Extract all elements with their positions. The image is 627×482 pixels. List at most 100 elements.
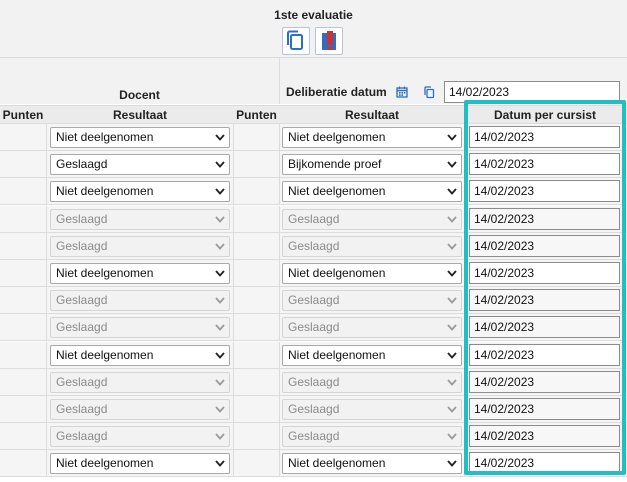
evaluation-title: 1ste evaluatie (274, 8, 353, 22)
chevron-down-icon (447, 215, 457, 223)
select-value: Geslaagd (56, 320, 108, 335)
chevron-down-icon (447, 188, 457, 196)
resultaat-select: Geslaagd (282, 208, 462, 230)
column-divider (279, 314, 280, 342)
column-divider (279, 287, 280, 315)
select-value: Geslaagd (56, 157, 108, 172)
column-divider (279, 396, 280, 423)
column-divider (279, 260, 280, 287)
select-value: Geslaagd (56, 211, 108, 226)
docent-result-select: Geslaagd (50, 426, 230, 448)
docent-result-select[interactable]: Niet deelgenomen (50, 127, 230, 148)
select-value: Geslaagd (56, 402, 108, 416)
select-value: Geslaagd (56, 293, 108, 308)
select-value: Bijkomende proef (288, 157, 382, 172)
chevron-down-icon (215, 270, 225, 277)
deliberatie-label: Deliberatie datum (286, 85, 387, 99)
chevron-down-icon (215, 161, 225, 169)
resultaat-select[interactable]: Niet deelgenomen (282, 127, 462, 148)
docent-result-select[interactable]: Niet deelgenomen (50, 344, 230, 366)
chevron-down-icon (215, 433, 225, 441)
column-divider (46, 205, 47, 233)
col-punten-1: Punten (0, 107, 46, 123)
select-value: Niet deelgenomen (56, 456, 154, 471)
header-separator (279, 57, 280, 104)
docent-result-select[interactable]: Niet deelgenomen (50, 453, 230, 475)
column-divider (46, 423, 47, 451)
resultaat-select: Geslaagd (282, 317, 462, 339)
select-value: Geslaagd (288, 211, 340, 226)
column-divider (46, 396, 47, 423)
chevron-down-icon (215, 324, 225, 332)
column-divider (233, 178, 234, 206)
resultaat-select[interactable]: Niet deelgenomen (282, 344, 462, 366)
resultaat-select[interactable]: Niet deelgenomen (282, 181, 462, 203)
column-divider (233, 124, 234, 151)
select-value: Niet deelgenomen (56, 184, 154, 199)
select-value: Geslaagd (288, 238, 340, 253)
column-divider (233, 396, 234, 423)
resultaat-select[interactable]: Niet deelgenomen (282, 263, 462, 284)
select-value: Niet deelgenomen (288, 456, 386, 471)
column-divider (279, 368, 280, 396)
select-value: Niet deelgenomen (288, 266, 386, 280)
header-divider (0, 57, 627, 58)
chevron-down-icon (447, 351, 457, 359)
resultaat-select[interactable]: Niet deelgenomen (282, 453, 462, 475)
select-value: Geslaagd (288, 320, 340, 335)
chevron-down-icon (215, 406, 225, 413)
select-value: Niet deelgenomen (288, 184, 386, 199)
col-resultaat-1: Resultaat (47, 107, 233, 123)
col-resultaat-2: Resultaat (280, 107, 464, 123)
chevron-down-icon (447, 406, 457, 413)
select-value: Niet deelgenomen (288, 130, 386, 144)
chevron-down-icon (215, 351, 225, 359)
select-value: Geslaagd (288, 293, 340, 308)
column-divider (279, 450, 280, 478)
copy-date-icon[interactable] (423, 86, 435, 99)
column-divider (279, 178, 280, 206)
column-divider (233, 205, 234, 233)
docent-result-select: Geslaagd (50, 208, 230, 230)
column-divider (233, 232, 234, 260)
select-value: Geslaagd (288, 402, 340, 416)
column-divider (233, 423, 234, 451)
resultaat-select[interactable]: Bijkomende proef (282, 154, 462, 176)
resultaat-select: Geslaagd (282, 426, 462, 448)
calendar-icon[interactable] (396, 86, 408, 98)
pdf-export-button[interactable] (315, 27, 343, 55)
copy-results-button[interactable] (282, 27, 310, 55)
select-value: Niet deelgenomen (56, 130, 154, 144)
column-divider (46, 287, 47, 315)
copy-icon (287, 30, 303, 50)
column-divider (233, 260, 234, 287)
column-divider (46, 368, 47, 396)
column-divider (46, 450, 47, 478)
resultaat-select: Geslaagd (282, 399, 462, 420)
column-divider (233, 151, 234, 179)
column-divider (233, 341, 234, 369)
docent-result-select[interactable]: Niet deelgenomen (50, 263, 230, 284)
docent-result-select[interactable]: Niet deelgenomen (50, 181, 230, 203)
chevron-down-icon (447, 134, 457, 141)
column-divider (279, 341, 280, 369)
chevron-down-icon (215, 297, 225, 305)
docent-result-select: Geslaagd (50, 235, 230, 257)
docent-result-select: Geslaagd (50, 399, 230, 420)
column-divider (46, 151, 47, 179)
chevron-down-icon (447, 243, 457, 250)
column-divider (233, 450, 234, 478)
column-divider (46, 260, 47, 287)
chevron-down-icon (447, 460, 457, 468)
pdf-export-icon (322, 31, 336, 50)
select-value: Geslaagd (56, 429, 108, 444)
resultaat-select: Geslaagd (282, 235, 462, 257)
chevron-down-icon (447, 379, 457, 386)
docent-result-select[interactable]: Geslaagd (50, 154, 230, 176)
select-value: Geslaagd (56, 374, 108, 389)
column-divider (233, 287, 234, 315)
select-value: Geslaagd (288, 374, 340, 389)
select-value: Geslaagd (288, 429, 340, 444)
chevron-down-icon (215, 215, 225, 223)
docent-result-select: Geslaagd (50, 290, 230, 312)
